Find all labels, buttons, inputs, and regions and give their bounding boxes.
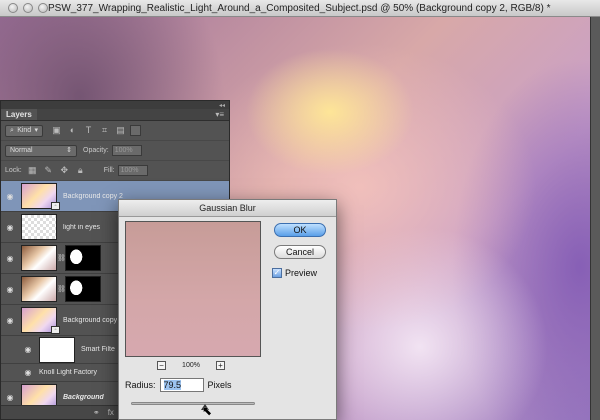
smart-filters-label: Smart Filte bbox=[81, 346, 115, 353]
smart-object-filter-icon[interactable]: ▤ bbox=[115, 125, 126, 136]
lock-transparency-icon[interactable]: ▦ bbox=[27, 165, 38, 176]
collapse-panel-icon[interactable]: ◂◂ bbox=[219, 102, 225, 109]
blend-mode-select[interactable]: Normal ⇕ bbox=[5, 144, 77, 157]
panel-menu-icon[interactable]: ▾≡ bbox=[215, 109, 229, 120]
layer-thumbnail bbox=[21, 276, 57, 302]
chain-link-icon[interactable]: ⛓︎ bbox=[57, 254, 66, 262]
smart-filter-name[interactable]: Knoll Light Factory bbox=[39, 369, 97, 376]
panel-tabs: Layers ▾≡ bbox=[1, 109, 229, 121]
smart-filter-mask-thumbnail[interactable] bbox=[39, 336, 75, 363]
preview-checkbox-row[interactable]: ✓ Preview bbox=[272, 268, 317, 278]
filter-kind-select[interactable]: ⌕ Kind ▾ bbox=[5, 124, 43, 137]
vertical-scrollbar[interactable] bbox=[590, 17, 600, 420]
eye-icon[interactable]: ◉ bbox=[1, 285, 19, 294]
lock-row: Lock: ▦ ✎ ✥ 🔒︎ Fill: 100% bbox=[1, 161, 229, 181]
blend-row: Normal ⇕ Opacity: 100% bbox=[1, 141, 229, 161]
zoom-out-button[interactable]: − bbox=[157, 361, 166, 370]
eye-icon[interactable]: ◉ bbox=[1, 316, 19, 325]
add-style-icon[interactable]: fx bbox=[108, 408, 114, 417]
preview-checkbox[interactable]: ✓ bbox=[272, 268, 282, 278]
layer-name[interactable]: Background copy 2 bbox=[63, 193, 123, 200]
radius-row: Radius: 79.5 Pixels bbox=[125, 378, 232, 392]
layer-mask-thumbnail[interactable] bbox=[65, 245, 101, 271]
lock-label: Lock: bbox=[5, 167, 22, 174]
filter-icons: ▣ ◐ T ⌗ ▤ bbox=[51, 125, 126, 136]
layer-name[interactable]: light in eyes bbox=[63, 224, 100, 231]
tab-layers[interactable]: Layers bbox=[1, 109, 37, 120]
chain-link-icon[interactable]: ⛓︎ bbox=[57, 285, 66, 293]
zoom-window-button[interactable] bbox=[38, 3, 48, 13]
fill-label: Fill: bbox=[103, 167, 115, 174]
filter-toggle[interactable] bbox=[130, 125, 141, 136]
lock-icons: ▦ ✎ ✥ 🔒︎ bbox=[27, 165, 86, 176]
eye-icon[interactable]: ◉ bbox=[1, 254, 19, 263]
document-title: PSW_377_Wrapping_Realistic_Light_Around_… bbox=[48, 2, 551, 14]
zoom-in-button[interactable]: + bbox=[216, 361, 225, 370]
zoom-value: 100% bbox=[182, 362, 200, 369]
lock-position-icon[interactable]: ✥ bbox=[59, 165, 70, 176]
filter-row: ⌕ Kind ▾ ▣ ◐ T ⌗ ▤ bbox=[1, 121, 229, 141]
adjustment-filter-icon[interactable]: ◐ bbox=[67, 125, 78, 136]
gaussian-blur-dialog: Gaussian Blur − 100% + OK Cancel ✓ Previ… bbox=[118, 199, 337, 420]
preview-label: Preview bbox=[285, 268, 318, 278]
eye-icon[interactable]: ◉ bbox=[1, 393, 19, 402]
cancel-button[interactable]: Cancel bbox=[274, 245, 326, 259]
radius-label: Radius: bbox=[125, 380, 156, 390]
ok-button[interactable]: OK bbox=[274, 223, 326, 237]
type-filter-icon[interactable]: T bbox=[83, 125, 94, 136]
layer-name[interactable]: Background copy bbox=[63, 317, 117, 324]
radius-slider-track[interactable] bbox=[131, 402, 255, 405]
panel-topbar: ◂◂ bbox=[1, 101, 229, 109]
document-titlebar: PSW_377_Wrapping_Realistic_Light_Around_… bbox=[0, 0, 600, 17]
radius-value: 79.5 bbox=[163, 380, 182, 390]
pointer-cursor-icon: ⬉ bbox=[202, 404, 213, 418]
close-window-button[interactable] bbox=[8, 3, 18, 13]
shape-filter-icon[interactable]: ⌗ bbox=[99, 125, 110, 136]
radius-unit: Pixels bbox=[207, 380, 232, 390]
blur-preview[interactable] bbox=[125, 221, 261, 357]
lock-all-icon[interactable]: 🔒︎ bbox=[75, 165, 86, 176]
opacity-field[interactable]: 100% bbox=[111, 145, 142, 156]
search-icon: ⌕ bbox=[10, 126, 14, 134]
layer-thumbnail bbox=[21, 245, 57, 271]
opacity-label: Opacity: bbox=[83, 147, 109, 154]
chevron-down-icon: ⇕ bbox=[66, 146, 72, 154]
eye-icon[interactable]: ◉ bbox=[1, 223, 19, 232]
chevron-down-icon: ▾ bbox=[34, 126, 38, 134]
lock-paint-icon[interactable]: ✎ bbox=[43, 165, 54, 176]
eye-icon[interactable]: ◉ bbox=[19, 345, 37, 354]
blend-mode-value: Normal bbox=[10, 146, 33, 154]
minimize-window-button[interactable] bbox=[23, 3, 33, 13]
eye-icon[interactable]: ◉ bbox=[19, 368, 37, 377]
layer-thumbnail bbox=[21, 214, 57, 240]
smart-object-icon: ▫ bbox=[51, 326, 60, 334]
layer-name[interactable]: Background bbox=[63, 394, 104, 401]
dialog-title: Gaussian Blur bbox=[119, 200, 336, 217]
pixel-filter-icon[interactable]: ▣ bbox=[51, 125, 62, 136]
window-controls bbox=[8, 3, 48, 13]
link-layers-icon[interactable]: ⚭ bbox=[93, 408, 100, 417]
filter-kind-value: Kind bbox=[17, 126, 32, 134]
smart-object-icon: ▫ bbox=[51, 202, 60, 210]
layer-mask-thumbnail[interactable] bbox=[65, 276, 101, 302]
eye-icon[interactable]: ◉ bbox=[1, 192, 19, 201]
fill-field[interactable]: 100% bbox=[117, 165, 148, 176]
radius-input[interactable]: 79.5 bbox=[159, 378, 204, 392]
zoom-controls: − 100% + bbox=[157, 361, 225, 370]
